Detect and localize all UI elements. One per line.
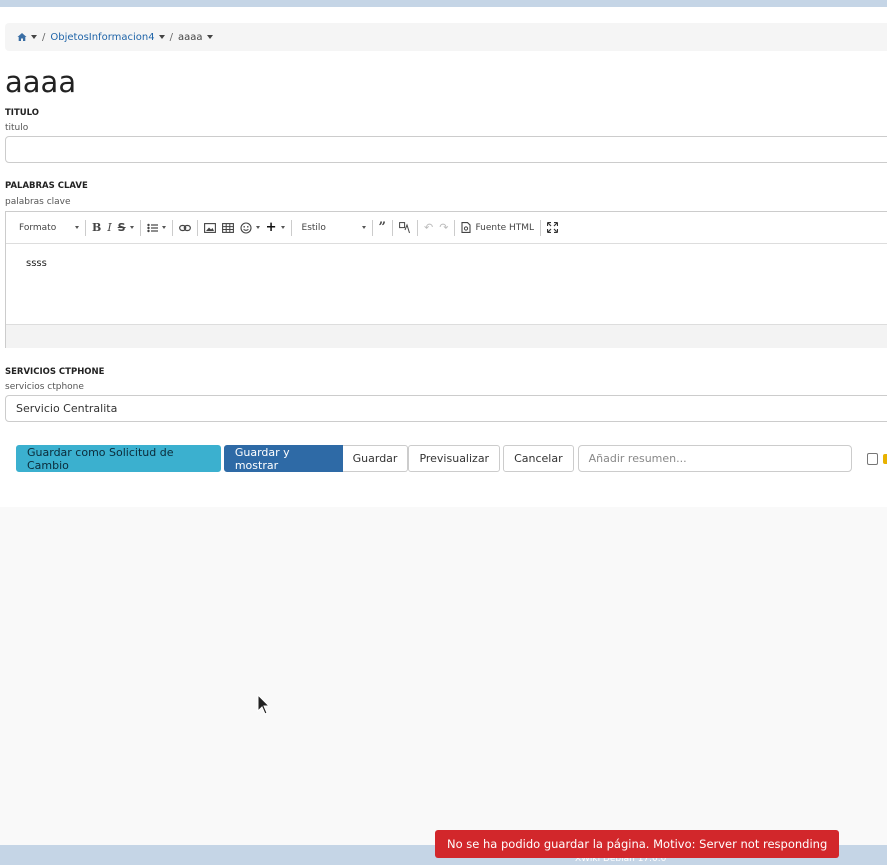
image-button[interactable] [201,218,219,238]
summary-input[interactable]: Añadir resumen... [577,445,852,472]
style-dropdown-label: Estilo [301,222,326,233]
insert-button[interactable]: + [263,218,288,238]
chevron-down-icon [161,226,166,229]
servicios-label: SERVICIOS CTPHONE [5,367,105,377]
breadcrumb-item-current: aaaa [177,31,203,43]
cancel-button[interactable]: Cancelar [503,445,574,472]
toolbar-separator [454,219,456,236]
main-content: / ObjetosInformacion4 / aaaa aaaa TITULO… [0,7,887,507]
maximize-button[interactable] [544,218,561,238]
chevron-down-icon [361,226,366,229]
image-icon [203,222,216,233]
toolbar-separator [85,219,86,236]
save-button[interactable]: Guardar [342,445,409,472]
breadcrumb-separator: / [42,31,46,43]
format-dropdown-label: Formato [19,222,57,233]
source-button-label: Fuente HTML [475,222,535,233]
table-button[interactable] [219,218,237,238]
breadcrumb-separator: / [169,31,173,43]
palabras-clave-label: PALABRAS CLAVE [5,181,88,191]
editor-toolbar: Formato B I S + Estilo ” ↶ ↷ Fuente HTML [6,212,887,244]
partial-icon [883,453,887,464]
link-button[interactable] [176,218,194,238]
titulo-input[interactable] [5,136,887,163]
breadcrumb-item-objetos[interactable]: ObjetosInformacion4 [50,32,154,43]
minor-edit-checkbox[interactable] [866,452,879,465]
save-change-request-button[interactable]: Guardar como Solicitud de Cambio [16,445,221,472]
chevron-down-icon [31,35,37,39]
link-icon [178,224,191,231]
maximize-icon [547,222,559,233]
plus-icon: + [265,220,277,235]
toolbar-separator [417,219,418,236]
toolbar-separator [139,219,141,236]
servicios-hint: servicios ctphone [5,382,84,392]
editor-status-bar [6,324,887,348]
chevron-down-icon [75,226,79,229]
servicios-select-value: Servicio Centralita [16,402,118,415]
source-icon [461,222,471,233]
format-dropdown[interactable]: Formato [16,218,82,238]
table-icon [221,222,234,233]
bold-icon: B [92,221,102,234]
palabras-clave-hint: palabras clave [5,197,71,207]
toolbar-separator [392,219,393,236]
source-button[interactable]: Fuente HTML [458,218,537,238]
rich-text-editor: Formato B I S + Estilo ” ↶ ↷ Fuente HTML… [5,211,887,348]
mouse-cursor-icon [257,694,271,715]
titulo-label: TITULO [5,108,39,118]
style-dropdown[interactable]: Estilo [299,218,369,238]
quote-icon: ” [378,220,386,235]
error-toast[interactable]: No se ha podido guardar la página. Motiv… [435,830,840,858]
list-button[interactable] [144,218,169,238]
toolbar-separator [290,219,292,236]
emoji-button[interactable] [237,218,263,238]
smiley-icon [240,221,252,234]
translate-icon [399,221,410,233]
toolbar-separator [171,219,173,236]
home-icon [17,33,27,41]
chevron-down-icon [129,226,134,229]
strikethrough-button[interactable]: S [115,218,137,238]
redo-icon: ↷ [439,221,449,234]
home-link[interactable] [17,32,37,42]
save-and-view-button[interactable]: Guardar y mostrar [223,445,343,472]
titulo-hint: titulo [5,123,29,133]
page-title: aaaa [5,65,77,99]
chevron-down-icon[interactable] [206,35,213,39]
undo-button[interactable]: ↶ [421,218,436,238]
editor-content[interactable]: ssss [6,244,887,324]
redo-button[interactable]: ↷ [436,218,451,238]
italic-icon: I [107,221,112,234]
strikethrough-icon: S [117,221,126,234]
undo-icon: ↶ [424,221,434,234]
action-buttons: Guardar como Solicitud de Cambio Guardar… [16,445,887,472]
top-bar [0,0,887,7]
chevron-down-icon [280,226,285,229]
bulleted-list-icon [146,223,158,232]
preview-button[interactable]: Previsualizar [408,445,501,472]
toolbar-separator [540,219,542,236]
italic-button[interactable]: I [104,218,114,238]
toolbar-separator [371,219,373,236]
breadcrumb: / ObjetosInformacion4 / aaaa [5,23,887,51]
blockquote-button[interactable]: ” [376,218,389,238]
toolbar-separator [196,219,198,236]
chevron-down-icon[interactable] [158,35,165,39]
servicios-select[interactable]: Servicio Centralita [5,395,887,422]
translate-button[interactable] [396,218,414,238]
bold-button[interactable]: B [89,218,104,238]
chevron-down-icon [255,226,260,229]
